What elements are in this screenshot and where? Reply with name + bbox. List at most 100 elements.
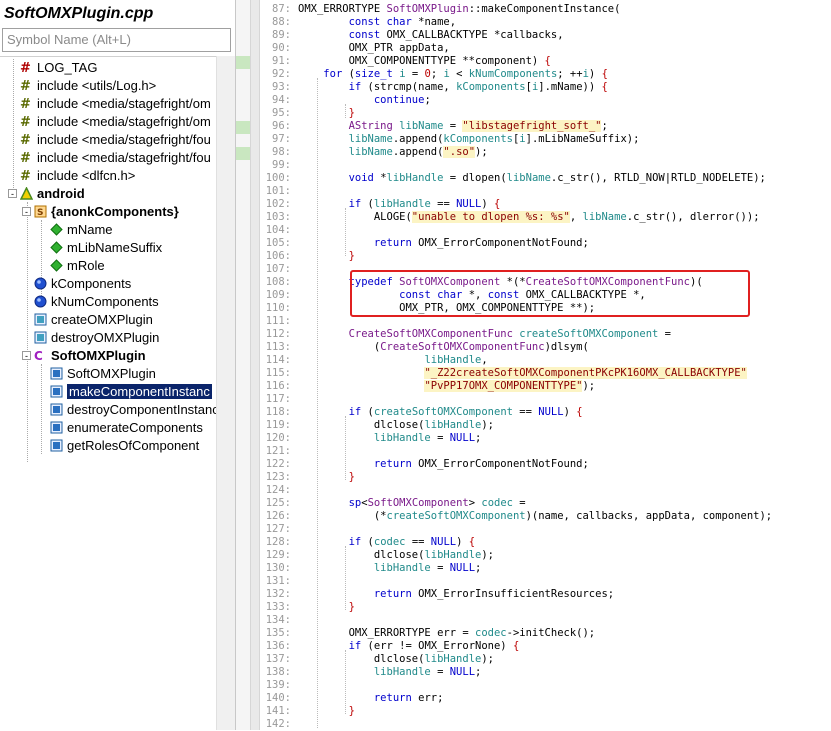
code-line[interactable]: } <box>298 601 355 614</box>
tree-item[interactable]: makeComponentInstanc <box>50 383 212 401</box>
tree-item[interactable]: kNumComponents <box>34 293 159 311</box>
tree-item[interactable]: C SoftOMXPlugin <box>34 347 146 365</box>
code-line[interactable]: continue; <box>298 94 431 107</box>
tree-item[interactable]: # include <utils/Log.h> <box>20 77 156 95</box>
symbol-panel: SoftOMXPlugin.cpp Symbol Name (Alt+L) # L… <box>0 0 236 730</box>
code-line[interactable]: libName.append(".so"); <box>298 146 488 159</box>
line-number: 108: <box>265 276 291 288</box>
tree-guide-line <box>27 202 28 462</box>
tree-item[interactable]: android <box>19 185 85 203</box>
line-number: 126: <box>265 510 291 522</box>
tree-item-label: createOMXPlugin <box>51 312 153 327</box>
svg-text:C: C <box>34 349 43 362</box>
tree-item-label: kComponents <box>51 276 132 291</box>
code-line[interactable]: if (createSoftOMXComponent == NULL) { <box>298 406 583 419</box>
code-line[interactable]: } <box>298 107 355 120</box>
collapse-toggle-icon[interactable]: - <box>22 351 31 361</box>
code-line[interactable]: (*createSoftOMXComponent)(name, callback… <box>298 510 772 523</box>
code-line[interactable]: return OMX_ErrorComponentNotFound; <box>298 237 589 250</box>
code-line[interactable]: } <box>298 250 355 263</box>
tree-item-label: LOG_TAG <box>37 60 98 75</box>
tree-item[interactable]: enumerateComponents <box>50 419 203 437</box>
code-line[interactable]: return OMX_ErrorComponentNotFound; <box>298 458 589 471</box>
line-number: 107: <box>265 263 291 275</box>
code-line[interactable]: if (strcmp(name, kComponents[i].mName)) … <box>298 81 608 94</box>
code-line[interactable]: if (codec == NULL) { <box>298 536 476 549</box>
tree-item[interactable]: # LOG_TAG <box>20 59 97 77</box>
tree-item[interactable]: S {anonkComponents} <box>34 203 179 221</box>
line-number: 113: <box>265 341 291 353</box>
code-line[interactable]: const OMX_CALLBACKTYPE *callbacks, <box>298 29 564 42</box>
tree-item-label: makeComponentInstanc <box>67 384 212 399</box>
svg-text:#: # <box>20 115 31 128</box>
tree-item[interactable]: mName <box>50 221 113 239</box>
code-line[interactable]: CreateSoftOMXComponentFunc createSoftOMX… <box>298 328 671 341</box>
code-line[interactable]: libHandle = NULL; <box>298 432 482 445</box>
symbol-search-input[interactable]: Symbol Name (Alt+L) <box>2 28 231 52</box>
tree-item[interactable]: kComponents <box>34 275 131 293</box>
tree-guide-line <box>13 59 14 194</box>
code-line[interactable]: if (err != OMX_ErrorNone) { <box>298 640 520 653</box>
change-gutter <box>236 0 250 730</box>
line-number: 139: <box>265 679 291 691</box>
code-line[interactable]: ALOGE("unable to dlopen %s: %s", libName… <box>298 211 760 224</box>
svg-text:#: # <box>20 133 31 146</box>
collapse-toggle-icon[interactable]: - <box>22 207 31 217</box>
code-line[interactable]: OMX_PTR appData, <box>298 42 450 55</box>
tree-item[interactable]: # include <media/stagefright/fou <box>20 149 211 167</box>
code-line[interactable]: libHandle = NULL; <box>298 666 482 679</box>
tree-item-label: SoftOMXPlugin <box>67 366 156 381</box>
tree-item[interactable]: createOMXPlugin <box>34 311 153 329</box>
tree-scrollbar[interactable] <box>216 56 235 730</box>
line-number: 128: <box>265 536 291 548</box>
line-number: 130: <box>265 562 291 574</box>
code-line[interactable]: OMX_ERRORTYPE err = codec->initCheck(); <box>298 627 596 640</box>
code-line[interactable]: dlclose(libHandle); <box>298 549 494 562</box>
code-line[interactable]: return err; <box>298 692 444 705</box>
tree-item[interactable]: destroyOMXPlugin <box>34 329 159 347</box>
line-number: 117: <box>265 393 291 405</box>
code-line[interactable]: } <box>298 471 355 484</box>
code-line[interactable]: (CreateSoftOMXComponentFunc)dlsym( <box>298 341 589 354</box>
tree-item[interactable]: # include <media/stagefright/om <box>20 95 211 113</box>
panel-splitter[interactable] <box>250 0 260 730</box>
include-icon: # <box>20 115 33 130</box>
tree-item[interactable]: SoftOMXPlugin <box>50 365 156 383</box>
code-line[interactable]: void *libHandle = dlopen(libName.c_str()… <box>298 172 766 185</box>
code-line[interactable]: const char *name, <box>298 16 457 29</box>
tree-item-label: destroyOMXPlugin <box>51 330 160 345</box>
tree-item[interactable]: mRole <box>50 257 105 275</box>
tree-item[interactable]: # include <dlfcn.h> <box>20 167 135 185</box>
code-line[interactable]: } <box>298 705 355 718</box>
file-title: SoftOMXPlugin.cpp <box>4 5 154 22</box>
code-line[interactable]: AString libName = "libstagefright_soft_"… <box>298 120 608 133</box>
tree-item[interactable]: mLibNameSuffix <box>50 239 162 257</box>
code-line[interactable]: OMX_COMPONENTTYPE **component) { <box>298 55 551 68</box>
code-line[interactable]: return OMX_ErrorInsufficientResources; <box>298 588 614 601</box>
code-line[interactable]: OMX_ERRORTYPE SoftOMXPlugin::makeCompone… <box>298 3 620 16</box>
line-number: 132: <box>265 588 291 600</box>
code-line[interactable]: "PvPP17OMX_COMPONENTTYPE"); <box>298 380 595 393</box>
svg-text:#: # <box>20 79 31 92</box>
code-line[interactable]: dlclose(libHandle); <box>298 419 494 432</box>
tree-item[interactable]: destroyComponentInstanc <box>50 401 216 419</box>
code-line[interactable]: for (size_t i = 0; i < kNumComponents; +… <box>298 68 608 81</box>
line-number: 87: <box>272 3 291 15</box>
tree-item[interactable]: # include <media/stagefright/fou <box>20 131 211 149</box>
code-line[interactable]: dlclose(libHandle); <box>298 653 494 666</box>
tree-item[interactable]: getRolesOfComponent <box>50 437 199 455</box>
code-line[interactable]: sp<SoftOMXComponent> codec = <box>298 497 526 510</box>
line-number: 89: <box>272 29 291 41</box>
line-number: 123: <box>265 471 291 483</box>
tree-item[interactable]: # include <media/stagefright/om <box>20 113 211 131</box>
code-line[interactable]: libHandle = NULL; <box>298 562 482 575</box>
code-line[interactable]: libName.append(kComponents[i].mLibNameSu… <box>298 133 640 146</box>
code-line[interactable]: libHandle, <box>298 354 487 367</box>
tree-item-label: include <media/stagefright/om <box>37 96 211 111</box>
line-number: 96: <box>272 120 291 132</box>
code-line[interactable]: if (libHandle == NULL) { <box>298 198 501 211</box>
collapse-toggle-icon[interactable]: - <box>8 189 17 199</box>
line-number: 124: <box>265 484 291 496</box>
code-line[interactable]: "_Z22createSoftOMXComponentPKcPK16OMX_CA… <box>298 367 747 380</box>
code-editor[interactable]: 87: OMX_ERRORTYPE SoftOMXPlugin::makeComp… <box>261 0 831 730</box>
